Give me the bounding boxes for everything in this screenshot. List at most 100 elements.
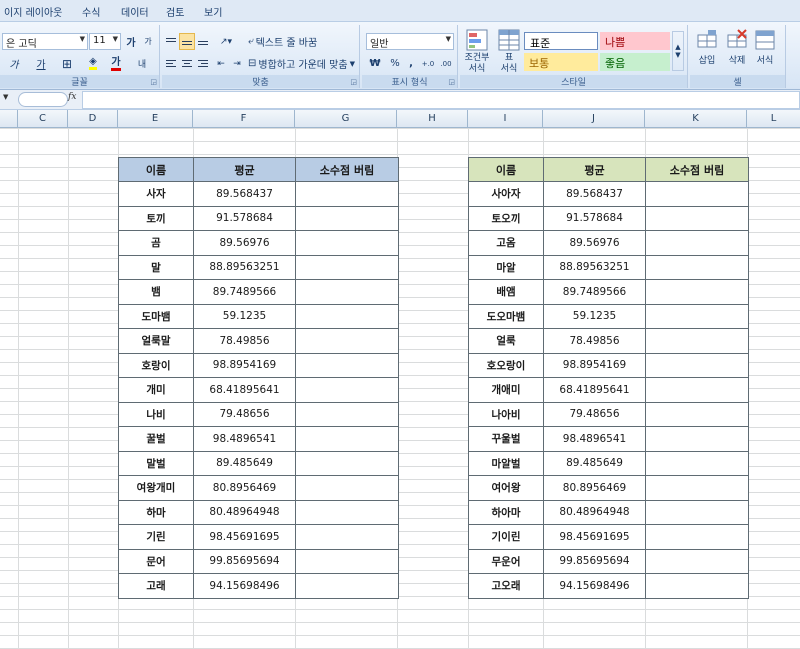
format-as-table-button[interactable] bbox=[498, 29, 520, 51]
header-name-cell[interactable]: 이름 bbox=[118, 157, 194, 182]
average-cell[interactable]: 78.49856 bbox=[193, 328, 296, 354]
header-name-cell[interactable]: 이름 bbox=[468, 157, 544, 182]
name-cell[interactable]: 개미 bbox=[118, 377, 194, 403]
name-cell[interactable]: 기린 bbox=[118, 524, 194, 550]
column-header-f[interactable]: F bbox=[193, 110, 295, 128]
average-cell[interactable]: 88.89563251 bbox=[193, 254, 296, 280]
grow-font-button[interactable]: 가 bbox=[123, 33, 139, 50]
shrink-font-button[interactable]: 가 bbox=[140, 33, 156, 50]
truncate-cell[interactable] bbox=[295, 352, 399, 378]
name-cell[interactable]: 여어왕 bbox=[468, 475, 544, 501]
truncate-cell[interactable] bbox=[295, 548, 399, 574]
name-cell[interactable]: 곰 bbox=[118, 230, 194, 256]
wrap-text-button[interactable]: ⤶ 텍스트 줄 바꿈 bbox=[248, 33, 338, 50]
name-cell[interactable]: 사자 bbox=[118, 181, 194, 207]
column-header-i[interactable]: I bbox=[468, 110, 543, 128]
average-cell[interactable]: 78.49856 bbox=[543, 328, 646, 354]
align-top-button[interactable] bbox=[164, 33, 178, 50]
average-cell[interactable]: 79.48656 bbox=[193, 401, 296, 427]
name-cell[interactable]: 얼룩 bbox=[468, 328, 544, 354]
average-cell[interactable]: 94.15698496 bbox=[543, 573, 646, 599]
name-cell[interactable]: 고래 bbox=[118, 573, 194, 599]
truncate-cell[interactable] bbox=[645, 279, 749, 305]
average-cell[interactable]: 59.1235 bbox=[543, 303, 646, 329]
insert-cells-button[interactable] bbox=[696, 29, 718, 51]
name-cell[interactable]: 하마 bbox=[118, 499, 194, 525]
align-middle-button[interactable] bbox=[179, 33, 195, 50]
truncate-cell[interactable] bbox=[645, 205, 749, 231]
name-cell[interactable]: 토오끼 bbox=[468, 205, 544, 231]
fx-icon[interactable]: fx bbox=[68, 92, 76, 102]
style-neutral[interactable]: 보통 bbox=[524, 53, 598, 71]
name-cell[interactable]: 꾸울벌 bbox=[468, 426, 544, 452]
average-cell[interactable]: 98.8954169 bbox=[193, 352, 296, 378]
name-cell[interactable]: 개애미 bbox=[468, 377, 544, 403]
fill-color-button[interactable]: ◈ bbox=[82, 55, 104, 72]
name-cell[interactable]: 도마뱀 bbox=[118, 303, 194, 329]
average-cell[interactable]: 80.8956469 bbox=[543, 475, 646, 501]
format-cells-button[interactable] bbox=[754, 29, 776, 51]
name-cell[interactable]: 기이린 bbox=[468, 524, 544, 550]
comma-button[interactable]: , bbox=[404, 55, 418, 72]
phonetic-button[interactable]: 내 bbox=[132, 55, 152, 72]
header-truncate-cell[interactable]: 소수점 버림 bbox=[645, 157, 749, 182]
column-header-g[interactable]: G bbox=[295, 110, 397, 128]
header-truncate-cell[interactable]: 소수점 버림 bbox=[295, 157, 399, 182]
average-cell[interactable]: 80.48964948 bbox=[193, 499, 296, 525]
percent-button[interactable]: % bbox=[388, 55, 402, 72]
column-header-c[interactable]: C bbox=[18, 110, 68, 128]
truncate-cell[interactable] bbox=[645, 230, 749, 256]
average-cell[interactable]: 89.7489566 bbox=[193, 279, 296, 305]
name-cell[interactable]: 문어 bbox=[118, 548, 194, 574]
dialog-launcher-icon[interactable]: ◲ bbox=[150, 78, 157, 86]
truncate-cell[interactable] bbox=[295, 205, 399, 231]
truncate-cell[interactable] bbox=[295, 230, 399, 256]
truncate-cell[interactable] bbox=[645, 352, 749, 378]
truncate-cell[interactable] bbox=[645, 450, 749, 476]
name-cell[interactable]: 도오마뱀 bbox=[468, 303, 544, 329]
tab-view[interactable]: 보기 bbox=[204, 4, 222, 19]
decrease-indent-button[interactable]: ⇤ bbox=[214, 55, 228, 72]
average-cell[interactable]: 80.8956469 bbox=[193, 475, 296, 501]
number-format-combo[interactable]: 일반 ▼ bbox=[366, 33, 454, 50]
average-cell[interactable]: 98.4896541 bbox=[543, 426, 646, 452]
name-cell[interactable]: 말 bbox=[118, 254, 194, 280]
merge-center-button[interactable]: ⊟ 병합하고 가운데 맞춤 ▼ bbox=[248, 55, 356, 72]
tab-formulas[interactable]: 수식 bbox=[82, 4, 100, 19]
align-bottom-button[interactable] bbox=[196, 33, 210, 50]
font-size-combo[interactable]: 11 ▼ bbox=[89, 33, 121, 50]
currency-button[interactable]: ₩ bbox=[366, 55, 384, 72]
name-cell[interactable]: 하아마 bbox=[468, 499, 544, 525]
name-cell[interactable]: 뱀 bbox=[118, 279, 194, 305]
column-header-h[interactable]: H bbox=[397, 110, 468, 128]
orientation-button[interactable]: ↗▾ bbox=[214, 33, 238, 50]
worksheet-grid[interactable]: 이름 평균 소수점 버림 사자 89.568437 토끼 91.578684 곰 89.5697… bbox=[0, 128, 800, 649]
average-cell[interactable]: 79.48656 bbox=[543, 401, 646, 427]
truncate-cell[interactable] bbox=[645, 426, 749, 452]
italic-button[interactable]: 가 bbox=[2, 55, 26, 72]
namebox-dropdown-icon[interactable]: ▼ bbox=[3, 93, 8, 101]
average-cell[interactable]: 89.485649 bbox=[193, 450, 296, 476]
average-cell[interactable]: 98.8954169 bbox=[543, 352, 646, 378]
truncate-cell[interactable] bbox=[295, 303, 399, 329]
tab-review[interactable]: 검토 bbox=[166, 4, 184, 19]
name-cell[interactable]: 무운어 bbox=[468, 548, 544, 574]
font-name-combo[interactable]: 은 고딕 ▼ bbox=[2, 33, 88, 50]
truncate-cell[interactable] bbox=[645, 254, 749, 280]
column-header-partial[interactable] bbox=[0, 110, 18, 128]
name-cell[interactable]: 고옴 bbox=[468, 230, 544, 256]
decrease-decimal-button[interactable]: .00 bbox=[438, 55, 454, 72]
truncate-cell[interactable] bbox=[645, 499, 749, 525]
name-cell[interactable]: 토끼 bbox=[118, 205, 194, 231]
truncate-cell[interactable] bbox=[645, 524, 749, 550]
truncate-cell[interactable] bbox=[295, 254, 399, 280]
truncate-cell[interactable] bbox=[645, 573, 749, 599]
average-cell[interactable]: 91.578684 bbox=[543, 205, 646, 231]
truncate-cell[interactable] bbox=[645, 401, 749, 427]
dialog-launcher-icon[interactable]: ◲ bbox=[350, 78, 357, 86]
average-cell[interactable]: 68.41895641 bbox=[193, 377, 296, 403]
average-cell[interactable]: 89.7489566 bbox=[543, 279, 646, 305]
truncate-cell[interactable] bbox=[295, 573, 399, 599]
underline-button[interactable]: 가 bbox=[28, 55, 54, 72]
average-cell[interactable]: 99.85695694 bbox=[193, 548, 296, 574]
